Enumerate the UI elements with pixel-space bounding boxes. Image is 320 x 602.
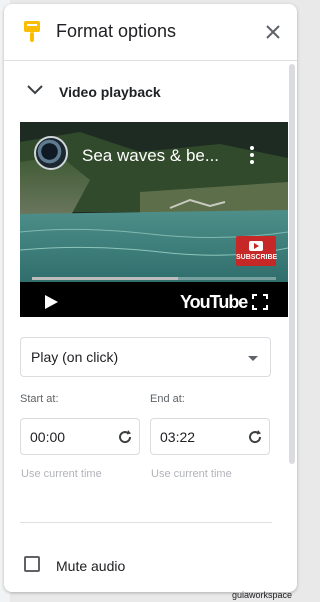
end-time-field[interactable]: 03:22 [150, 418, 270, 455]
video-progress-fill [32, 277, 179, 280]
paint-brush-icon [24, 21, 40, 42]
video-title[interactable]: Sea waves & be... [82, 146, 219, 166]
subscribe-play-icon [249, 241, 263, 251]
youtube-logo[interactable]: YouTube [180, 292, 248, 313]
channel-avatar[interactable] [34, 136, 68, 170]
video-playback-section-toggle[interactable]: Video playback [22, 76, 272, 106]
section-title: Video playback [59, 84, 161, 100]
mute-audio-checkbox[interactable] [24, 556, 40, 572]
end-time-value: 03:22 [160, 429, 196, 445]
video-progress-bar[interactable] [32, 277, 276, 280]
divider [20, 522, 272, 523]
dropdown-caret-icon [248, 356, 258, 361]
refresh-icon[interactable] [117, 429, 133, 445]
start-time-value: 00:00 [30, 429, 66, 445]
scrollbar[interactable] [289, 64, 295, 464]
format-options-panel: Format options Video playback Sea waves … [4, 4, 297, 592]
chevron-down-icon [27, 85, 43, 95]
start-at-label: Start at: [20, 393, 59, 405]
use-current-time-end[interactable]: Use current time [151, 468, 232, 480]
more-vert-icon[interactable] [250, 146, 256, 166]
use-current-time-start[interactable]: Use current time [21, 468, 102, 480]
panel-header: Format options [4, 4, 297, 61]
playback-mode-select[interactable]: Play (on click) [20, 337, 271, 377]
start-time-field[interactable]: 00:00 [20, 418, 140, 455]
video-preview[interactable]: Sea waves & be... SUBSCRIBE YouTube [20, 122, 288, 317]
watermark-text: guiaworkspace [232, 590, 293, 600]
playback-mode-value: Play (on click) [31, 349, 119, 365]
subscribe-label: SUBSCRIBE [236, 254, 278, 261]
play-icon[interactable] [42, 293, 60, 311]
end-at-label: End at: [150, 393, 185, 405]
panel-title: Format options [56, 21, 177, 41]
close-icon [266, 25, 280, 39]
mute-audio-label[interactable]: Mute audio [56, 558, 125, 574]
refresh-icon[interactable] [247, 429, 263, 445]
fullscreen-icon[interactable] [252, 294, 268, 310]
subscribe-badge[interactable]: SUBSCRIBE [236, 236, 278, 266]
close-button[interactable] [259, 18, 287, 46]
